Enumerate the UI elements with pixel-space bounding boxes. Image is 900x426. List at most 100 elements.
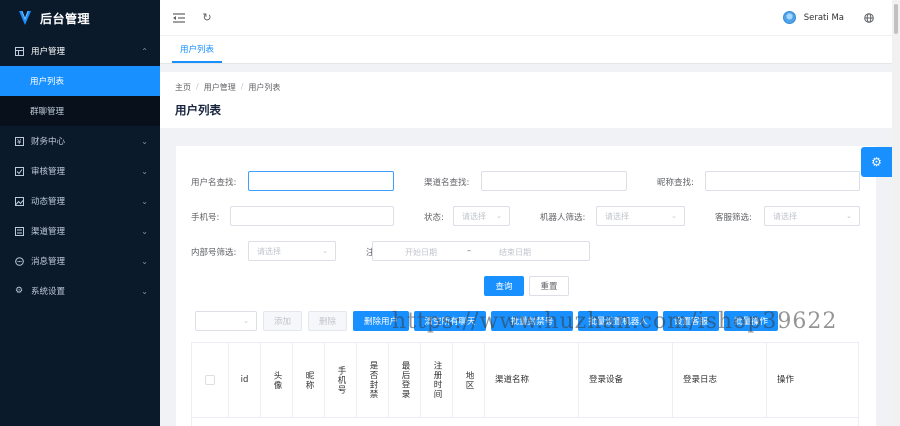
watermark: https://www.huzhan.com/ishop39622 xyxy=(392,309,838,334)
sidebar-group-channels[interactable]: 渠道管理 ⌄ xyxy=(0,216,160,246)
status-select-placeholder: 请选择 xyxy=(462,211,486,221)
column-header[interactable]: 最后登录 xyxy=(389,343,421,417)
status-label: 状态: xyxy=(424,213,444,223)
gear-icon: ⚙ xyxy=(14,286,24,296)
tab-user-list[interactable]: 用户列表 xyxy=(172,36,223,63)
column-header[interactable]: 渠道名称 xyxy=(485,343,579,417)
avatar[interactable] xyxy=(782,11,796,24)
username-search-input[interactable] xyxy=(248,171,394,191)
refresh-icon[interactable]: ↻ xyxy=(200,11,214,25)
sidebar-group-review[interactable]: 审核管理 ⌄ xyxy=(0,156,160,186)
globe-icon[interactable] xyxy=(862,11,876,25)
date-separator: – xyxy=(467,246,471,255)
sidebar-group-finance[interactable]: ¥ 财务中心 ⌄ xyxy=(0,126,160,156)
nickname-search-label: 昵称查找: xyxy=(657,178,694,188)
reset-button[interactable]: 重置 xyxy=(529,276,569,296)
logo-icon xyxy=(19,10,31,25)
chevron-down-icon: ⌄ xyxy=(141,286,148,296)
column-header[interactable]: 地区 xyxy=(453,343,485,417)
chevron-down-icon: ⌄ xyxy=(141,256,148,266)
sidebar-group-label: 渠道管理 xyxy=(31,227,66,237)
column-header[interactable]: id xyxy=(229,343,261,417)
settings-drawer-button[interactable]: ⚙ xyxy=(861,147,892,177)
image-icon xyxy=(14,196,24,206)
username-search-label: 用户名查找: xyxy=(191,178,237,188)
chevron-down-icon: ⌄ xyxy=(322,247,328,255)
checklist-icon xyxy=(14,166,24,176)
column-header[interactable]: 昵称 xyxy=(293,343,325,417)
chevron-up-icon: ⌃ xyxy=(141,46,148,56)
breadcrumb-users[interactable]: 用户管理 xyxy=(204,82,236,93)
page-header: 主页 / 用户管理 / 用户列表 用户列表 xyxy=(160,72,892,128)
gear-icon: ⚙ xyxy=(871,155,882,169)
channel-search-input[interactable] xyxy=(481,171,627,191)
chevron-down-icon: ⌄ xyxy=(846,212,852,220)
select-all-cell xyxy=(192,343,229,417)
robot-filter-label: 机器人筛选: xyxy=(540,213,586,223)
message-icon xyxy=(14,256,24,266)
date-range-picker[interactable]: 开始日期 – 结束日期 xyxy=(372,241,590,261)
sidebar-group-label: 系统设置 xyxy=(31,287,66,297)
chevron-down-icon: ⌄ xyxy=(243,317,249,325)
internal-filter-select[interactable]: 请选择 ⌄ xyxy=(248,241,336,261)
table-icon xyxy=(14,46,24,56)
topbar: ↻ Serati Ma xyxy=(160,0,892,36)
logo[interactable]: 后台管理 xyxy=(0,0,160,36)
select-all-checkbox[interactable] xyxy=(205,375,215,385)
chevron-down-icon: ⌄ xyxy=(141,226,148,236)
chevron-down-icon: ⌄ xyxy=(141,136,148,146)
phone-input[interactable] xyxy=(230,206,394,226)
finance-icon: ¥ xyxy=(14,136,24,146)
chevron-down-icon: ⌄ xyxy=(671,212,677,220)
end-date-placeholder: 结束日期 xyxy=(499,248,531,257)
service-select-placeholder: 请选择 xyxy=(773,211,797,221)
service-filter-select[interactable]: 请选择 ⌄ xyxy=(764,206,860,226)
sidebar-group-label: 消息管理 xyxy=(31,257,66,267)
chevron-down-icon: ⌄ xyxy=(496,212,502,220)
internal-select-placeholder: 请选择 xyxy=(257,246,281,256)
column-header[interactable]: 操作 xyxy=(767,343,858,417)
scrollbar[interactable] xyxy=(892,0,900,426)
channel-icon xyxy=(14,226,24,236)
batch-select[interactable]: ⌄ xyxy=(195,311,257,331)
nickname-search-input[interactable] xyxy=(705,171,860,191)
add-button[interactable]: 添加 xyxy=(263,311,302,331)
column-header[interactable]: 手机号 xyxy=(325,343,357,417)
breadcrumb-separator: / xyxy=(240,82,244,91)
user-table: id 头像 昵称 手机号 是否封禁 最后登录 注册时间 地区 渠道名称 登录设备… xyxy=(191,342,859,426)
sidebar-group-moments[interactable]: 动态管理 ⌄ xyxy=(0,186,160,216)
username[interactable]: Serati Ma xyxy=(804,13,844,23)
phone-label: 手机号: xyxy=(191,213,220,223)
column-header[interactable]: 是否封禁 xyxy=(357,343,389,417)
status-select[interactable]: 请选择 ⌄ xyxy=(453,206,510,226)
column-header[interactable]: 注册时间 xyxy=(421,343,453,417)
sidebar-group-label: 动态管理 xyxy=(31,197,66,207)
column-header[interactable]: 登录日志 xyxy=(673,343,767,417)
robot-select-placeholder: 请选择 xyxy=(605,211,629,221)
scrollbar-thumb[interactable] xyxy=(894,4,898,34)
sidebar-item-group-chat[interactable]: 群聊管理 xyxy=(0,96,160,126)
delete-button[interactable]: 删除 xyxy=(308,311,347,331)
main-card: 用户名查找: 渠道名查找: 昵称查找: 手机号: 状态: 请选择 ⌄ 机器人筛选… xyxy=(176,146,876,426)
channel-search-label: 渠道名查找: xyxy=(424,178,470,188)
column-header[interactable]: 登录设备 xyxy=(579,343,673,417)
breadcrumb-separator: / xyxy=(196,82,199,91)
sidebar-item-user-list[interactable]: 用户列表 xyxy=(0,66,160,96)
chevron-down-icon: ⌄ xyxy=(141,196,148,206)
column-header[interactable]: 头像 xyxy=(261,343,293,417)
sidebar-group-label: 财务中心 xyxy=(31,137,66,147)
chevron-down-icon: ⌄ xyxy=(141,166,148,176)
query-button[interactable]: 查询 xyxy=(484,276,524,296)
menu-fold-icon[interactable] xyxy=(172,11,186,25)
sidebar-group-users[interactable]: 用户管理 ⌃ xyxy=(0,36,160,66)
app-title: 后台管理 xyxy=(40,11,91,26)
robot-filter-select[interactable]: 请选择 ⌄ xyxy=(596,206,685,226)
breadcrumb-home[interactable]: 主页 xyxy=(175,82,191,93)
sidebar-group-settings[interactable]: ⚙ 系统设置 ⌄ xyxy=(0,276,160,306)
breadcrumb-current: 用户列表 xyxy=(248,83,281,92)
svg-text:¥: ¥ xyxy=(17,138,22,146)
breadcrumb: 主页 / 用户管理 / 用户列表 xyxy=(175,82,892,93)
sidebar-group-messages[interactable]: 消息管理 ⌄ xyxy=(0,246,160,276)
sidebar-group-label: 审核管理 xyxy=(31,167,66,177)
service-filter-label: 客服筛选: xyxy=(715,213,752,223)
